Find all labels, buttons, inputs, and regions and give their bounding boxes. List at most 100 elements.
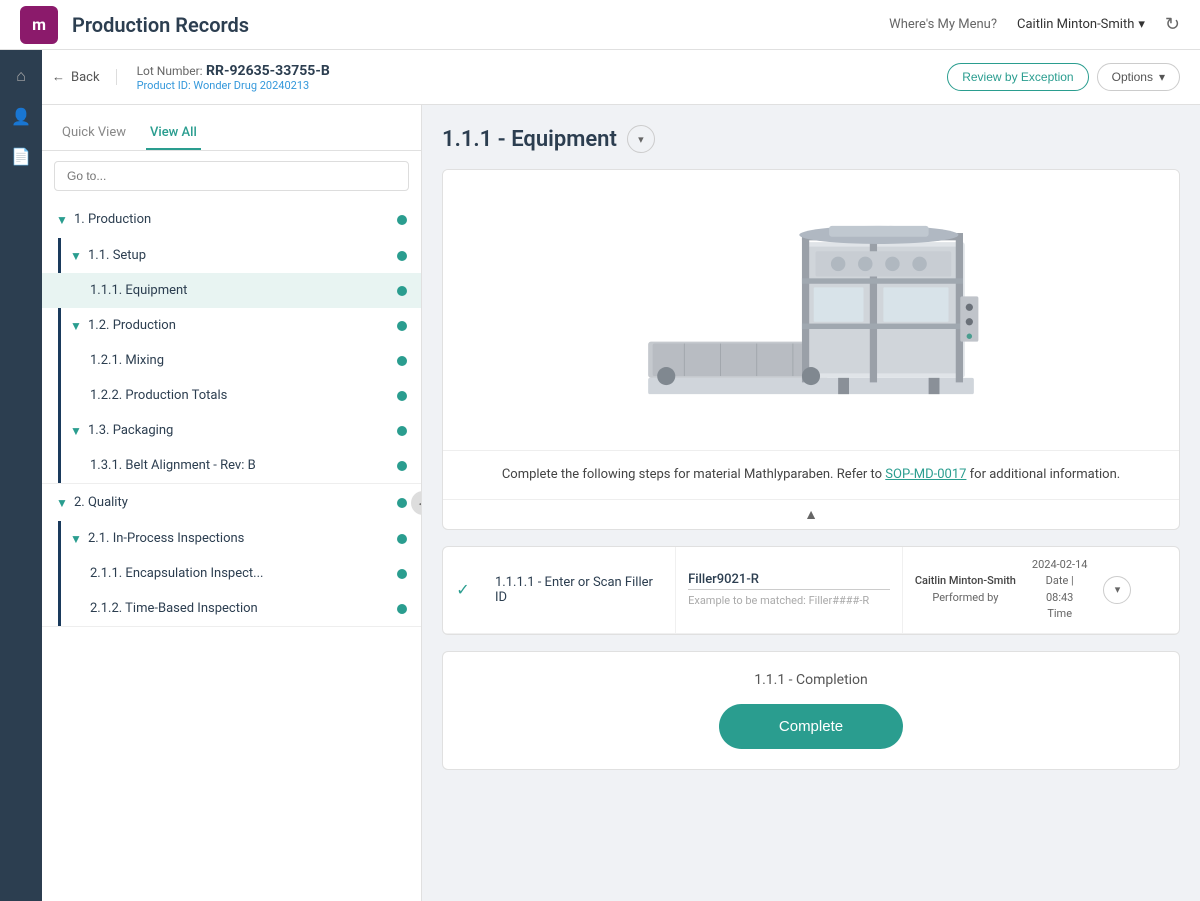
completion-card: 1.1.1 - Completion Complete: [442, 651, 1180, 770]
product-id-label: Product ID:: [137, 79, 191, 92]
status-dot-in-process: [397, 534, 407, 544]
time-value: 08:43: [1032, 590, 1088, 607]
back-label: Back: [71, 70, 100, 85]
sub-header-actions: Review by Exception Options ▾: [947, 63, 1180, 91]
nav-right: Where's My Menu? Caitlin Minton-Smith ▾ …: [889, 14, 1180, 35]
tree-item-mixing[interactable]: 1.2.1. Mixing: [42, 343, 421, 378]
tree-label-in-process: 2.1. In-Process Inspections: [88, 531, 397, 546]
chevron-down-icon: ▼: [70, 424, 82, 438]
tree-label-mixing: 1.2.1. Mixing: [90, 353, 397, 368]
tab-quick-view[interactable]: Quick View: [58, 117, 130, 150]
user-icon[interactable]: 👤: [5, 100, 37, 132]
data-entry-card: ✓ 1.1.1.1 - Enter or Scan Filler ID Fill…: [442, 546, 1180, 635]
tree-item-production[interactable]: ▼ 1. Production: [42, 201, 421, 238]
status-dot-production-totals: [397, 391, 407, 401]
collapse-image-button[interactable]: ▲: [443, 499, 1179, 529]
status-dot-belt-alignment: [397, 461, 407, 471]
left-icon-sidebar: ⌂ 👤 📄: [0, 50, 42, 901]
user-menu[interactable]: Caitlin Minton-Smith ▾: [1017, 17, 1145, 32]
tree-label-packaging: 1.3. Packaging: [88, 423, 397, 438]
tree-label-belt-alignment: 1.3.1. Belt Alignment - Rev: B: [90, 458, 397, 473]
left-panel: Quick View View All ▼ 1. Production ▼ 1.…: [42, 105, 422, 901]
user-name: Caitlin Minton-Smith: [1017, 17, 1134, 32]
tree-label-encapsulation: 2.1.1. Encapsulation Inspect...: [90, 566, 397, 581]
data-row-label: 1.1.1.1 - Enter or Scan Filler ID: [483, 547, 676, 633]
row-dropdown-button[interactable]: ▾: [1103, 576, 1131, 604]
filler-id-hint: Example to be matched: Filler####-R: [688, 594, 890, 607]
panel-tabs: Quick View View All: [42, 105, 421, 151]
tree-item-setup[interactable]: ▼ 1.1. Setup: [42, 238, 421, 273]
tree-item-production-totals[interactable]: 1.2.2. Production Totals: [42, 378, 421, 413]
tree-label-time-based: 2.1.2. Time-Based Inspection: [90, 601, 397, 616]
product-id-value: Wonder Drug 20240213: [193, 79, 309, 92]
app-logo: m: [20, 6, 58, 44]
tree-label-production-totals: 1.2.2. Production Totals: [90, 388, 397, 403]
time-label: Time: [1032, 606, 1088, 623]
tree-item-equipment[interactable]: 1.1.1. Equipment: [42, 273, 421, 308]
status-dot-setup: [397, 251, 407, 261]
tab-view-all[interactable]: View All: [146, 117, 201, 150]
user-chevron-icon: ▾: [1138, 17, 1145, 32]
status-dot-production: [397, 215, 407, 225]
date-label: Date |: [1032, 573, 1088, 590]
tree-label-production: 1. Production: [74, 212, 397, 227]
options-button[interactable]: Options ▾: [1097, 63, 1180, 91]
chevron-down-icon: ▼: [56, 496, 68, 510]
tree-item-encapsulation[interactable]: 2.1.1. Encapsulation Inspect...: [42, 556, 421, 591]
lot-number-line: Lot Number: RR-92635-33755-B: [137, 63, 928, 79]
caption-post-text: for additional information.: [966, 467, 1120, 482]
row-dropdown-icon: ▾: [1115, 583, 1121, 596]
status-dot-packaging: [397, 426, 407, 436]
lot-number-value: RR-92635-33755-B: [206, 63, 330, 79]
review-by-exception-button[interactable]: Review by Exception: [947, 63, 1088, 91]
status-dot-mixing: [397, 356, 407, 366]
date-value: 2024-02-14: [1032, 557, 1088, 574]
tree-label-production-sub: 1.2. Production: [88, 318, 397, 333]
chevron-down-icon: ▼: [70, 319, 82, 333]
section-title-dropdown[interactable]: ▾: [627, 125, 655, 153]
machine-illustration: [621, 200, 1001, 420]
tree-item-time-based[interactable]: 2.1.2. Time-Based Inspection: [42, 591, 421, 626]
refresh-icon[interactable]: ↻: [1165, 14, 1180, 35]
section-title: 1.1.1 - Equipment: [442, 127, 617, 152]
back-button[interactable]: ← Back: [52, 69, 117, 85]
filler-id-value: Filler9021-R: [688, 572, 890, 590]
performer-label: Performed by: [915, 590, 1016, 607]
tree-item-in-process[interactable]: ▼ 2.1. In-Process Inspections: [42, 521, 421, 556]
tree-item-production-sub[interactable]: ▼ 1.2. Production: [42, 308, 421, 343]
check-icon: ✓: [443, 547, 483, 633]
status-dot-quality: [397, 498, 407, 508]
sop-link[interactable]: SOP-MD-0017: [885, 467, 966, 482]
tree-label-quality: 2. Quality: [74, 495, 397, 510]
where-my-menu-link[interactable]: Where's My Menu?: [889, 17, 997, 32]
machine-image: [443, 170, 1179, 450]
chevron-down-icon: ▼: [70, 532, 82, 546]
lot-info: Lot Number: RR-92635-33755-B Product ID:…: [137, 63, 928, 92]
chevron-down-icon: ▼: [56, 213, 68, 227]
right-content: 1.1.1 - Equipment ▾: [422, 105, 1200, 901]
image-caption: Complete the following steps for materia…: [443, 450, 1179, 499]
back-arrow-icon: ←: [52, 69, 65, 85]
performer-name: Caitlin Minton-Smith: [915, 573, 1016, 590]
tree-item-belt-alignment[interactable]: 1.3.1. Belt Alignment - Rev: B: [42, 448, 421, 483]
status-dot-encapsulation: [397, 569, 407, 579]
top-nav: m Production Records Where's My Menu? Ca…: [0, 0, 1200, 50]
goto-input[interactable]: [54, 161, 409, 191]
app-title: Production Records: [72, 13, 889, 37]
tree-item-packaging[interactable]: ▼ 1.3. Packaging: [42, 413, 421, 448]
lot-number-label: Lot Number:: [137, 64, 203, 78]
tree-item-quality[interactable]: ▼ 2. Quality: [42, 484, 421, 521]
home-icon[interactable]: ⌂: [5, 60, 37, 92]
date-time-block: 2024-02-14 Date | 08:43 Time: [1032, 557, 1088, 623]
tree-section-production: ▼ 1. Production ▼ 1.1. Setup 1.1.1. Equi…: [42, 201, 421, 484]
main-layout: Quick View View All ▼ 1. Production ▼ 1.…: [42, 105, 1200, 901]
complete-button[interactable]: Complete: [719, 704, 903, 749]
caption-pre-text: Complete the following steps for materia…: [502, 467, 885, 482]
performer-block: Caitlin Minton-Smith Performed by: [915, 573, 1016, 606]
chevron-up-icon: ▲: [804, 506, 818, 523]
chevron-down-icon: ▼: [70, 249, 82, 263]
data-meta-col: Caitlin Minton-Smith Performed by 2024-0…: [903, 547, 1179, 633]
tree-label-setup: 1.1. Setup: [88, 248, 397, 263]
document-icon[interactable]: 📄: [5, 140, 37, 172]
tree-section-quality: ▼ 2. Quality ▼ 2.1. In-Process Inspectio…: [42, 484, 421, 627]
